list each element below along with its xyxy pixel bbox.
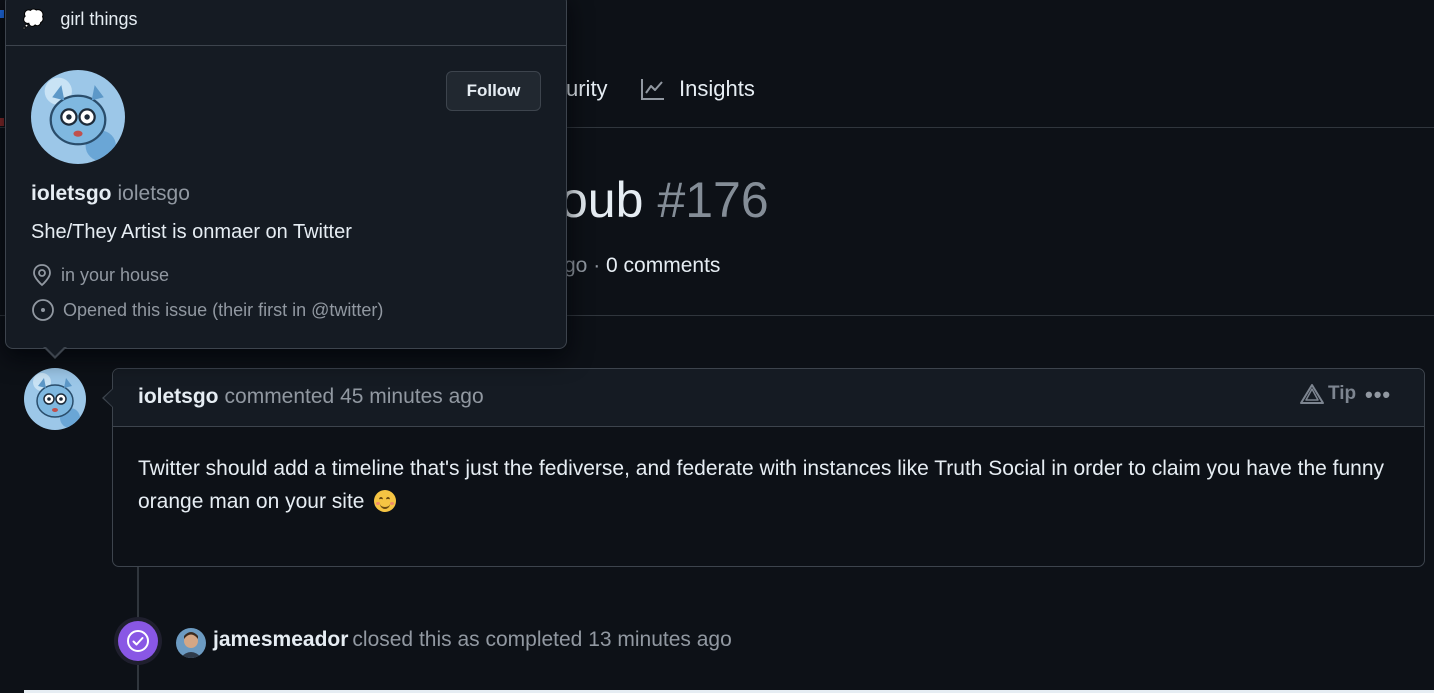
user-status: 💭 girl things: [22, 9, 137, 30]
hovercard-login[interactable]: ioletsgo: [118, 182, 190, 205]
closed-event-badge: [114, 617, 162, 665]
thought-balloon-icon: 💭: [22, 9, 45, 29]
check-circle-icon: [118, 621, 158, 661]
tab-insights[interactable]: Insights: [640, 76, 755, 102]
edge-mark: [0, 118, 4, 126]
edge-mark: [0, 10, 4, 18]
location-pin-icon: [33, 264, 51, 287]
hovercard-opened-text: Opened this issue (their first in @twitt…: [63, 299, 384, 320]
comment-author-link[interactable]: ioletsgo: [138, 385, 219, 408]
comment-count: 0 comments: [606, 254, 721, 277]
hovercard-bio: She/They Artist is onmaer on Twitter: [31, 221, 352, 243]
comment-pointer-fill: [104, 389, 113, 407]
hovercard-location-text: in your house: [61, 264, 170, 285]
user-hovercard: 💭 girl things Follow ioletsgo ioletsgo S…: [5, 0, 567, 349]
hovercard-avatar[interactable]: [31, 70, 125, 164]
hovercard-location: in your house: [31, 263, 169, 287]
smiling-face-emoji-icon: [374, 490, 397, 512]
closed-event-description: closed this as completed 13 minutes ago: [352, 628, 732, 651]
comment-body: Twitter should add a timeline that's jus…: [138, 452, 1398, 518]
alert-icon: [1300, 384, 1324, 404]
kebab-horizontal-icon[interactable]: •••: [1365, 383, 1391, 407]
comment-text: Twitter should add a timeline that's jus…: [138, 457, 1385, 513]
comment-card: ioletsgo commented 45 minutes ago Tip •••…: [112, 368, 1425, 567]
avatar-image: [176, 628, 206, 658]
avatar-image: [31, 70, 125, 164]
closed-by-user-link[interactable]: jamesmeador: [213, 628, 348, 651]
issue-meta-partial: go ·: [564, 254, 607, 277]
issue-title-text: oub: [560, 172, 644, 228]
tip-button[interactable]: Tip: [1299, 383, 1356, 405]
issue-number: #176: [657, 172, 769, 228]
issue-page: urity Insights oub#176 go · 0 comments: [0, 0, 1434, 693]
follow-button[interactable]: Follow: [446, 71, 541, 111]
issue-opened-icon: [32, 299, 54, 321]
avatar[interactable]: [24, 368, 86, 430]
tab-security-label: urity: [566, 76, 608, 101]
hovercard-pointer-fill: [45, 346, 65, 356]
avatar-image: [24, 368, 86, 430]
tab-insights-label: Insights: [679, 76, 755, 101]
comment-header: ioletsgo commented 45 minutes ago Tip •••: [113, 369, 1424, 427]
tab-security[interactable]: urity: [566, 76, 608, 102]
hovercard-opened-note: Opened this issue (their first in @twitt…: [31, 298, 383, 322]
issue-title: oub #176: [560, 170, 769, 230]
hovercard-divider: [6, 45, 566, 46]
user-status-text: girl things: [60, 9, 138, 29]
graph-icon: [641, 79, 664, 100]
closed-by-avatar[interactable]: [176, 628, 206, 658]
hovercard-name-link[interactable]: ioletsgo: [31, 182, 112, 205]
comment-timestamp[interactable]: commented 45 minutes ago: [225, 385, 484, 408]
hovercard-names: ioletsgo ioletsgo: [31, 182, 190, 206]
issue-meta: go · 0 comments: [564, 254, 720, 278]
comment-author-line: ioletsgo commented 45 minutes ago: [138, 385, 484, 409]
tip-label: Tip: [1328, 383, 1357, 404]
closed-event-text: jamesmeador closed this as completed 13 m…: [213, 628, 732, 652]
